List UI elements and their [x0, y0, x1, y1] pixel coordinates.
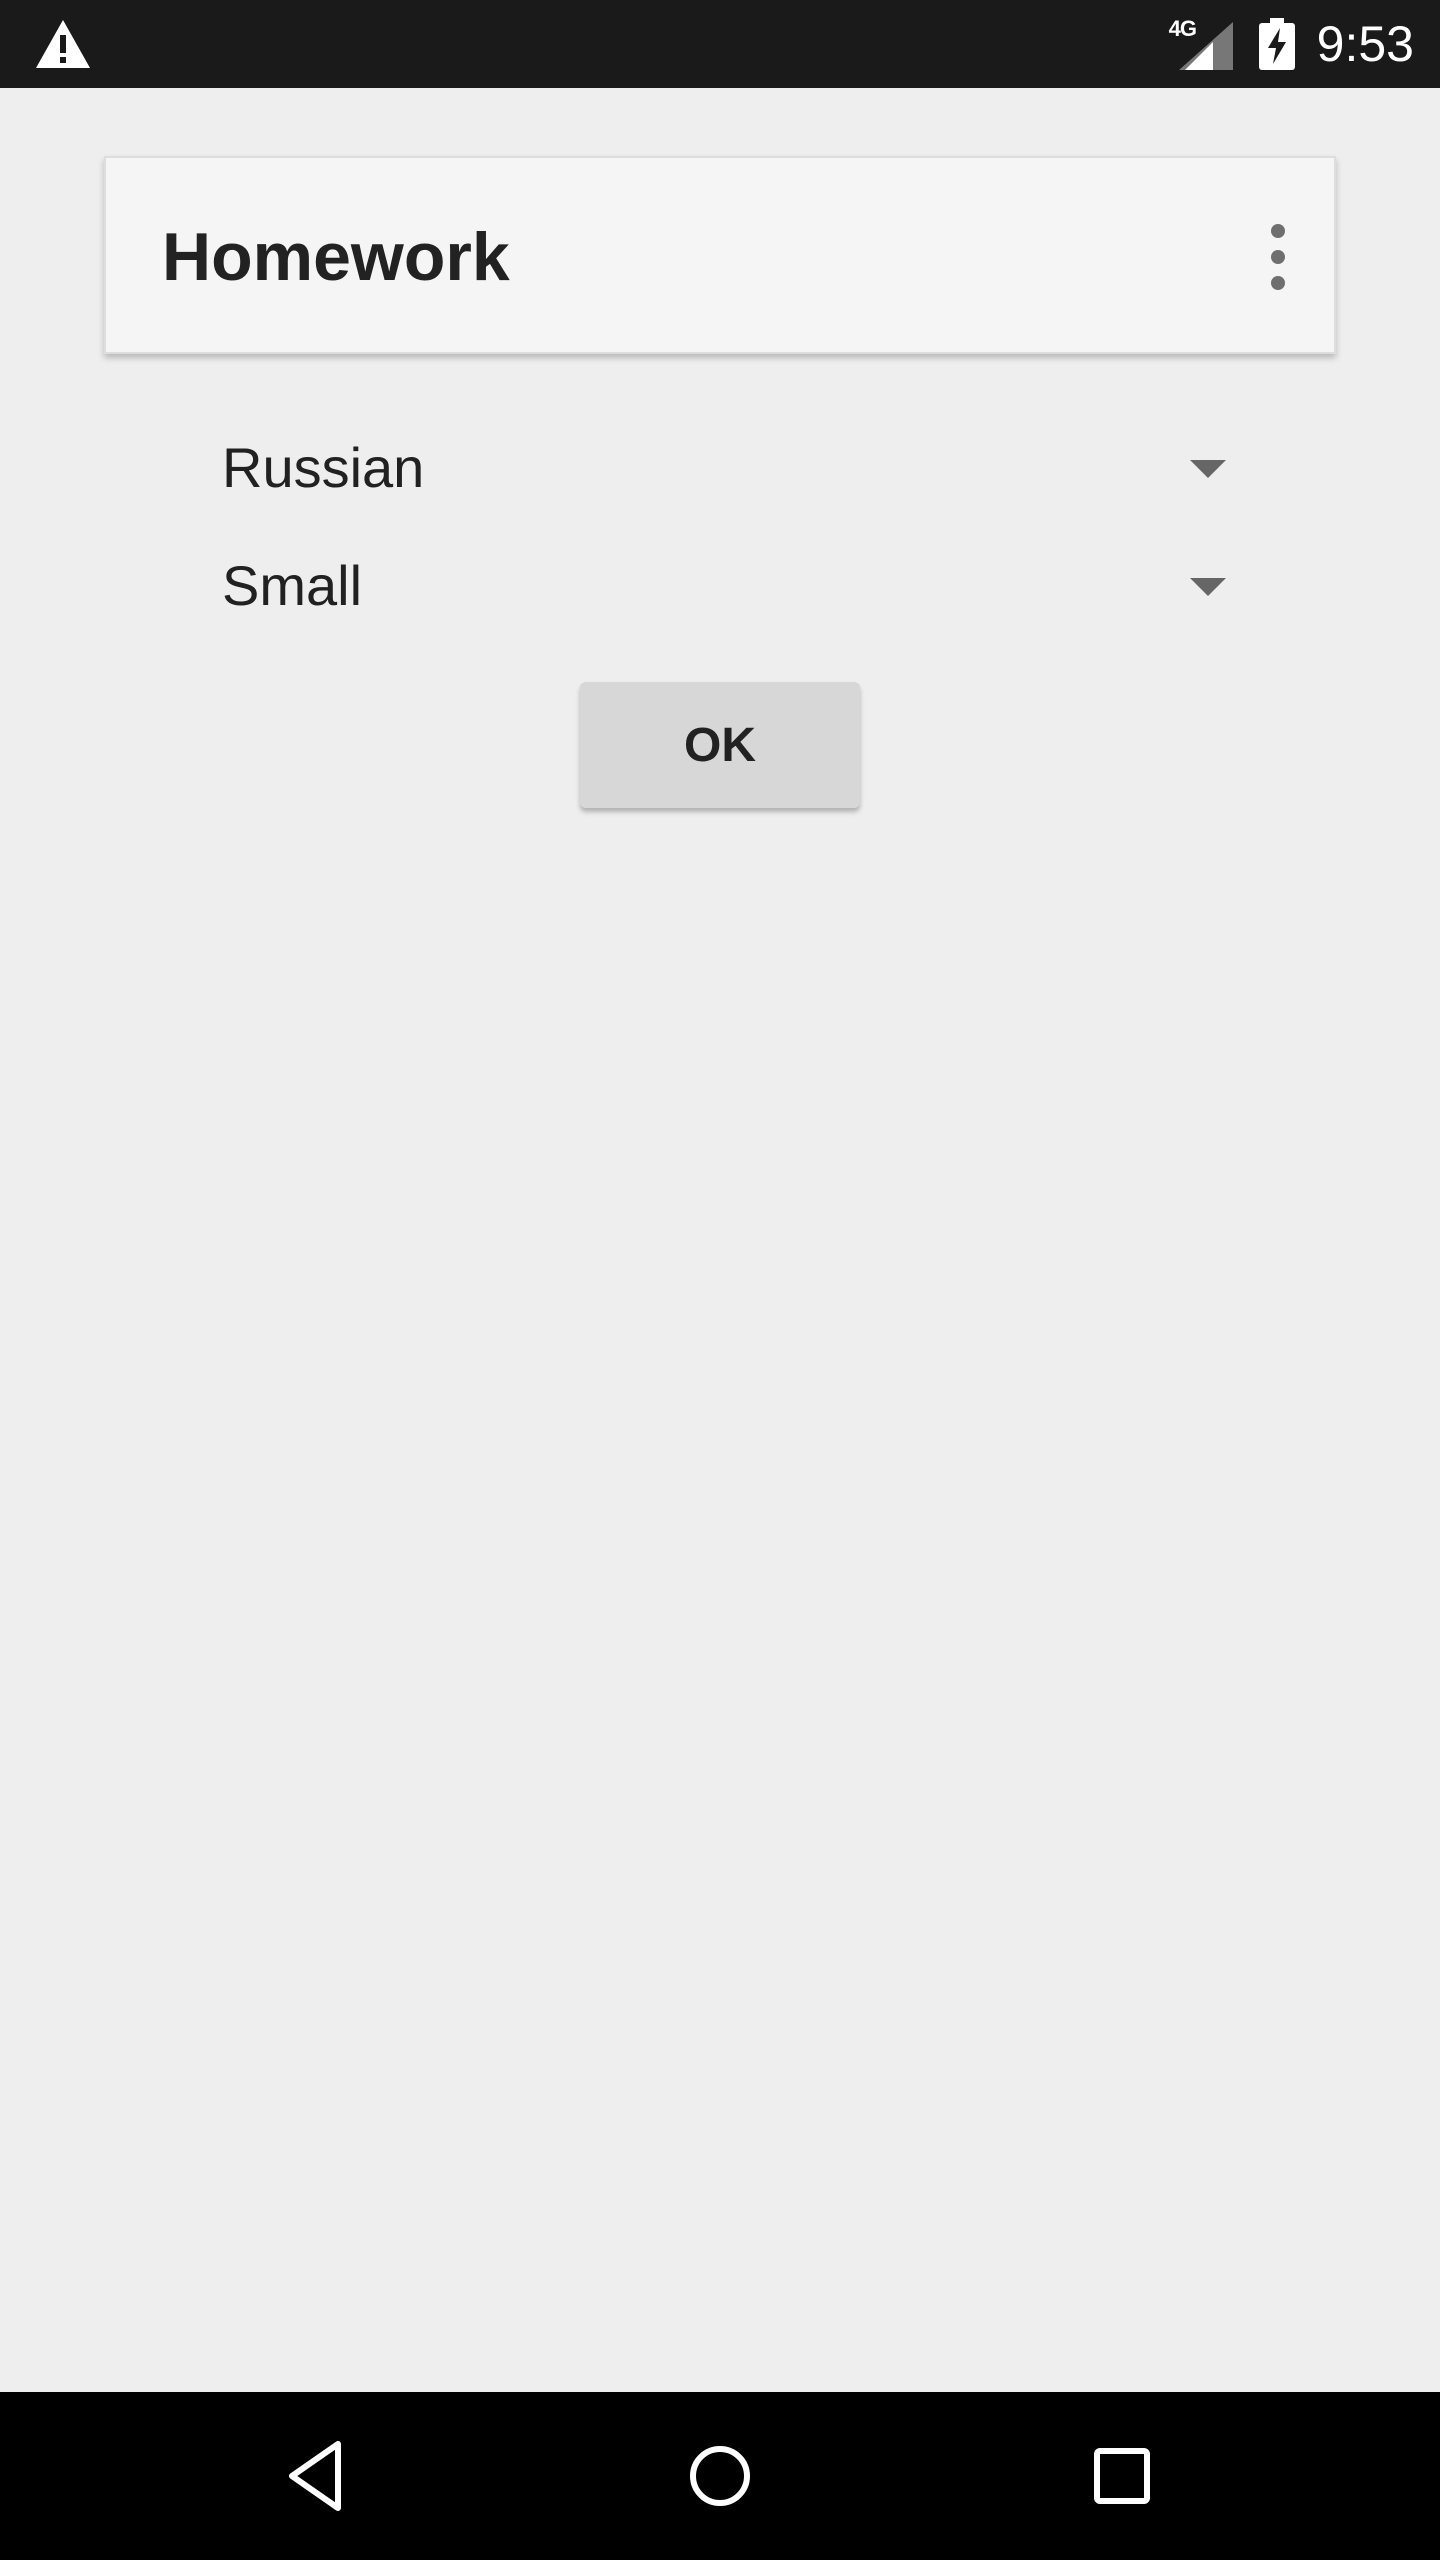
- ok-button[interactable]: OK: [580, 682, 860, 808]
- more-vert-icon[interactable]: [1266, 224, 1290, 290]
- size-spinner-value: Small: [222, 554, 363, 617]
- signal-group: 4G: [1169, 16, 1233, 70]
- warning-triangle-icon: [36, 20, 90, 68]
- cell-signal-icon: [1178, 22, 1233, 70]
- back-triangle-icon[interactable]: [282, 2436, 354, 2516]
- overflow-dot: [1271, 276, 1285, 290]
- status-bar: 4G 9:53: [0, 0, 1440, 88]
- navigation-bar: [0, 2392, 1440, 2560]
- overflow-dot: [1271, 250, 1285, 264]
- overflow-dot: [1271, 224, 1285, 238]
- app-title: Homework: [162, 219, 510, 295]
- language-spinner-value: Russian: [222, 436, 425, 499]
- size-spinner[interactable]: Small: [222, 536, 1232, 636]
- home-circle-icon[interactable]: [684, 2436, 756, 2516]
- status-icons: 4G 9:53: [1169, 0, 1414, 88]
- dropdown-arrow-icon: [1190, 460, 1226, 478]
- status-clock: 9:53: [1316, 16, 1414, 72]
- recents-square-icon[interactable]: [1086, 2436, 1158, 2516]
- dropdown-arrow-icon: [1190, 578, 1226, 596]
- language-spinner[interactable]: Russian: [222, 418, 1232, 518]
- battery-charging-icon: [1258, 18, 1295, 70]
- app-bar: Homework: [104, 156, 1336, 354]
